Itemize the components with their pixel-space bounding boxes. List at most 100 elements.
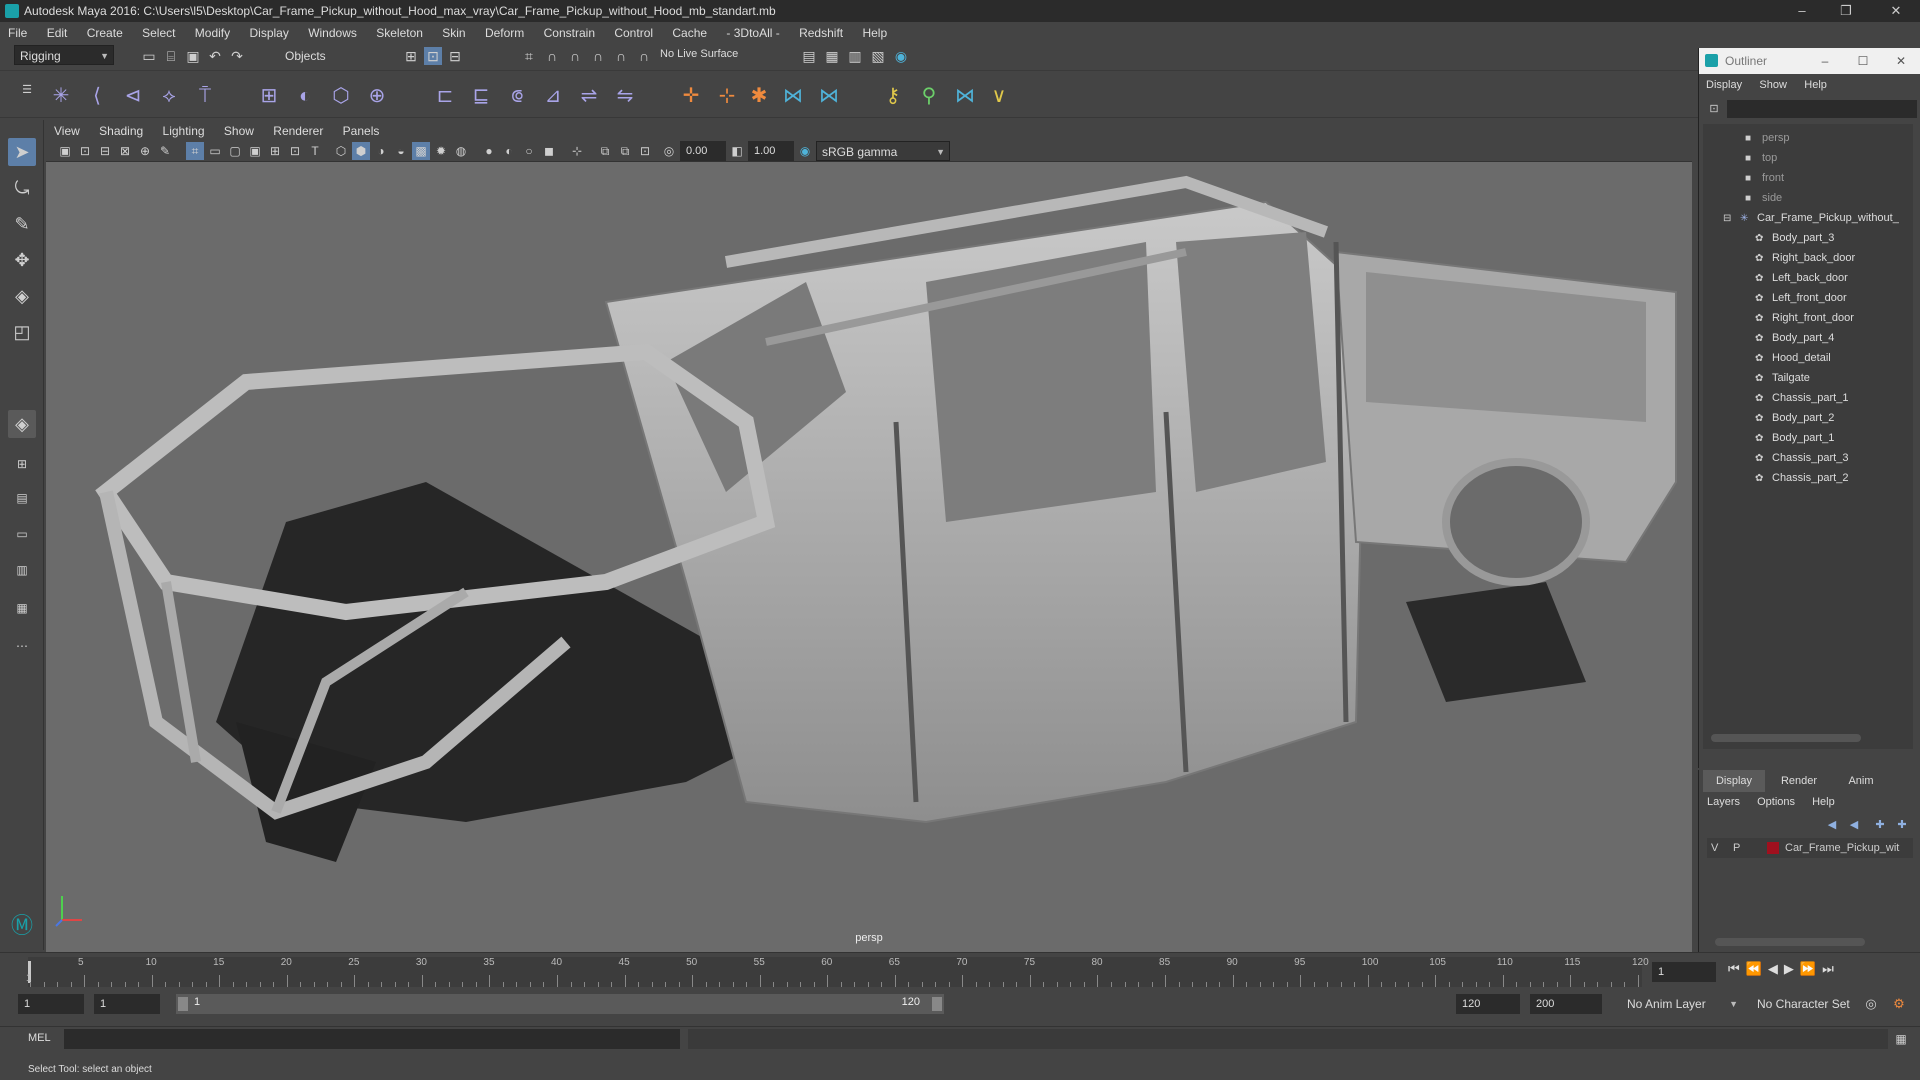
current-frame-field[interactable]: 1: [1652, 962, 1716, 982]
smooth-shade-icon[interactable]: ⬢: [352, 142, 370, 160]
animation-preferences-icon[interactable]: ⚙: [1890, 995, 1908, 1013]
motion-blur-icon[interactable]: ◐: [500, 142, 518, 160]
lasso-tool-icon[interactable]: ⤿: [8, 174, 36, 202]
menu-3dtoall[interactable]: - 3DtoAll -: [718, 22, 787, 44]
vp-menu-shading[interactable]: Shading: [91, 122, 151, 140]
copy-weights-icon[interactable]: ⇌: [576, 83, 602, 109]
menu-display[interactable]: Display: [241, 22, 296, 44]
smooth-bind-icon[interactable]: ⊑: [468, 83, 494, 109]
script-editor-icon[interactable]: ▦: [1892, 1030, 1910, 1048]
render-view-icon[interactable]: ▤: [800, 47, 818, 65]
outliner-item[interactable]: ✿ Hood_detail: [1755, 348, 1831, 368]
live-surface-label[interactable]: No Live Surface: [660, 48, 738, 60]
field-chart-icon[interactable]: ⊞: [266, 142, 284, 160]
redo-icon[interactable]: ↷: [228, 47, 246, 65]
parent-constraint-icon[interactable]: ⋈: [780, 83, 806, 109]
range-slider-start-handle[interactable]: [178, 997, 188, 1011]
snap-grid-icon[interactable]: ⌗: [520, 47, 538, 65]
ik-spline-icon[interactable]: ⊲: [120, 83, 146, 109]
select-tool-icon[interactable]: ➤: [8, 138, 36, 166]
layer-tab-render[interactable]: Render: [1769, 770, 1829, 792]
interactive-bind-icon[interactable]: ⟃: [504, 83, 530, 109]
playback-end-field[interactable]: 120: [1456, 994, 1520, 1014]
menu-skin[interactable]: Skin: [434, 22, 473, 44]
quick-rig-icon[interactable]: ∨: [986, 83, 1012, 109]
wireframe-on-shaded-icon[interactable]: ◑: [372, 142, 390, 160]
shelf-options-icon[interactable]: ☰: [18, 81, 36, 99]
menu-cache[interactable]: Cache: [664, 22, 715, 44]
auto-key-icon[interactable]: ◎: [1862, 995, 1880, 1013]
rotate-tool-icon[interactable]: ◈: [8, 282, 36, 310]
outliner-menu-help[interactable]: Help: [1797, 74, 1834, 96]
outliner-menu-show[interactable]: Show: [1752, 74, 1794, 96]
bookmark-icon[interactable]: ⊟: [96, 142, 114, 160]
outliner-item[interactable]: ✿ Chassis_part_1: [1755, 388, 1848, 408]
vp-menu-panels[interactable]: Panels: [335, 122, 388, 140]
step-forward-key-icon[interactable]: ⏩: [1800, 961, 1822, 976]
outliner-camera-persp[interactable]: ■ persp: [1745, 128, 1790, 148]
outliner-camera-front[interactable]: ■ front: [1745, 168, 1784, 188]
layer-playback-toggle[interactable]: P: [1733, 838, 1740, 858]
step-back-frame-icon[interactable]: ◀: [1768, 961, 1784, 976]
film-gate-icon[interactable]: ▭: [206, 142, 224, 160]
range-slider-end-handle[interactable]: [932, 997, 942, 1011]
shadows-icon[interactable]: ◍: [452, 142, 470, 160]
outliner-item[interactable]: ✿ Chassis_part_2: [1755, 468, 1848, 488]
range-slider[interactable]: 1 120: [176, 994, 944, 1014]
outliner-item[interactable]: ✿ Tailgate: [1755, 368, 1810, 388]
grid-toggle-icon[interactable]: ⌗: [186, 142, 204, 160]
open-scene-icon[interactable]: ⌸: [162, 47, 180, 65]
outliner-filter-icon[interactable]: ⊡: [1705, 100, 1723, 118]
menu-file[interactable]: File: [0, 22, 35, 44]
vp-menu-show[interactable]: Show: [216, 122, 262, 140]
orient-joint-icon[interactable]: ⍑: [192, 83, 218, 109]
ik-handle-icon[interactable]: ⟨: [84, 83, 110, 109]
anti-aliasing-icon[interactable]: ○: [520, 142, 538, 160]
select-by-hierarchy-icon[interactable]: ⊞: [402, 47, 420, 65]
menu-skeleton[interactable]: Skeleton: [368, 22, 431, 44]
move-layer-down-icon[interactable]: ◀: [1845, 816, 1863, 834]
outliner-minimize-button[interactable]: –: [1807, 48, 1843, 74]
menu-create[interactable]: Create: [79, 22, 131, 44]
minimize-button[interactable]: –: [1782, 0, 1822, 22]
snap-point-icon[interactable]: ∩: [566, 47, 584, 65]
paint-weights-icon[interactable]: ⊿: [540, 83, 566, 109]
outliner-root-group[interactable]: ⊟ ✳ Car_Frame_Pickup_without_: [1723, 208, 1899, 228]
set-driven-key-icon[interactable]: ⚷: [880, 83, 906, 109]
outliner-maximize-button[interactable]: ☐: [1845, 48, 1881, 74]
close-button[interactable]: ✕: [1876, 0, 1916, 22]
character-set-dropdown[interactable]: No Character Set: [1752, 994, 1864, 1014]
new-scene-icon[interactable]: ▭: [140, 47, 158, 65]
select-by-object-icon[interactable]: ⊡: [424, 47, 442, 65]
menu-windows[interactable]: Windows: [300, 22, 365, 44]
outliner-camera-side[interactable]: ■ side: [1745, 188, 1782, 208]
exposure-icon[interactable]: ◎: [660, 142, 678, 160]
menu-edit[interactable]: Edit: [39, 22, 76, 44]
safe-title-icon[interactable]: T: [306, 142, 324, 160]
new-layer-icon[interactable]: ✚: [1871, 816, 1889, 834]
layout-options-icon[interactable]: ⋯: [8, 632, 36, 660]
layer-color-swatch[interactable]: [1767, 842, 1779, 854]
save-scene-icon[interactable]: ▣: [184, 47, 202, 65]
menu-select[interactable]: Select: [134, 22, 183, 44]
layer-name[interactable]: Car_Frame_Pickup_wit: [1785, 838, 1899, 858]
outliner-camera-top[interactable]: ■ top: [1745, 148, 1777, 168]
menuset-dropdown[interactable]: Rigging ▼: [14, 45, 114, 65]
outliner-horizontal-scrollbar[interactable]: [1711, 734, 1861, 742]
outliner-item[interactable]: ✿ Right_back_door: [1755, 248, 1855, 268]
point-constraint-icon[interactable]: ✛: [678, 83, 704, 109]
xray-joints-icon[interactable]: ⧉: [616, 142, 634, 160]
layer-horizontal-scrollbar[interactable]: [1715, 938, 1865, 946]
new-layer-selected-icon[interactable]: ✚: [1893, 816, 1911, 834]
layer-menu-help[interactable]: Help: [1812, 796, 1835, 808]
menu-constrain[interactable]: Constrain: [536, 22, 603, 44]
2d-pan-zoom-icon[interactable]: ⊕: [136, 142, 154, 160]
aim-constraint-icon[interactable]: ⊹: [714, 83, 740, 109]
outliner-item[interactable]: ✿ Left_back_door: [1755, 268, 1848, 288]
outliner-search-input[interactable]: [1727, 100, 1917, 118]
snap-curve-icon[interactable]: ∩: [543, 47, 561, 65]
orient-constraint-icon[interactable]: ✱: [746, 83, 772, 109]
outliner-layout-icon[interactable]: ▤: [8, 484, 36, 512]
go-to-end-icon[interactable]: ⏭: [1822, 961, 1840, 976]
car-frame-model[interactable]: [46, 162, 1692, 952]
